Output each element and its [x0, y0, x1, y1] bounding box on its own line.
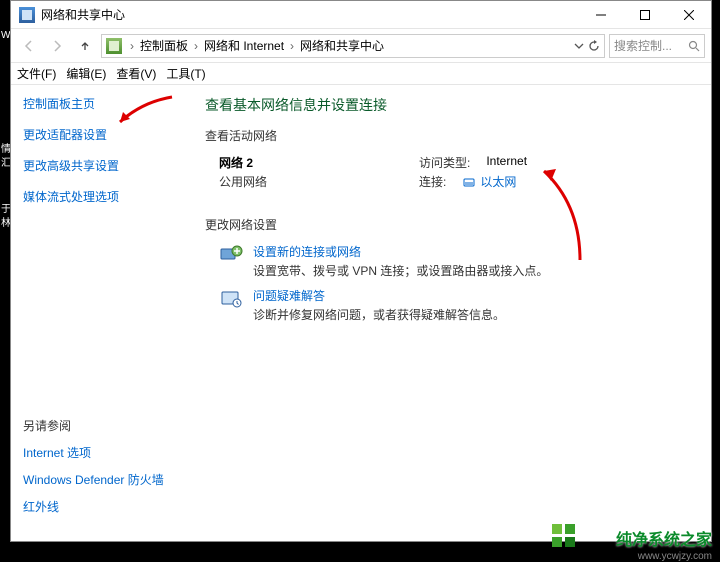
- breadcrumb-item[interactable]: 网络和共享中心: [298, 37, 386, 54]
- see-also-infrared[interactable]: 红外线: [23, 498, 177, 515]
- control-panel-icon: [106, 38, 122, 54]
- breadcrumb-item[interactable]: 网络和 Internet: [202, 37, 286, 54]
- sidebar-link-advanced-sharing[interactable]: 更改高级共享设置: [23, 157, 177, 174]
- page-heading: 查看基本网络信息并设置连接: [205, 95, 695, 115]
- control-panel-window: 网络和共享中心 › 控制面板 › 网络和 Internet › 网络和: [10, 0, 712, 542]
- up-button[interactable]: [73, 34, 97, 58]
- menu-edit[interactable]: 编辑(E): [66, 65, 106, 82]
- task-troubleshoot-desc: 诊断并修复网络问题，或者获得疑难解答信息。: [253, 306, 505, 323]
- close-button[interactable]: [667, 1, 711, 29]
- task-new-connection-link[interactable]: 设置新的连接或网络: [253, 243, 548, 260]
- ethernet-icon: [462, 175, 476, 189]
- app-icon: [19, 7, 35, 23]
- sidebar-link-adapter-settings[interactable]: 更改适配器设置: [23, 126, 177, 143]
- menu-file[interactable]: 文件(F): [17, 65, 56, 82]
- see-also-defender-firewall[interactable]: Windows Defender 防火墙: [23, 471, 177, 488]
- search-placeholder: 搜索控制...: [614, 37, 672, 54]
- search-icon: [688, 40, 700, 52]
- forward-button[interactable]: [45, 34, 69, 58]
- desktop-left-strip: W 情 汇 于 林: [0, 0, 10, 560]
- sidebar-see-also: 另请参阅 Internet 选项 Windows Defender 防火墙 红外…: [23, 417, 177, 531]
- minimize-button[interactable]: [579, 1, 623, 29]
- sidebar-link-media-streaming[interactable]: 媒体流式处理选项: [23, 188, 177, 205]
- titlebar: 网络和共享中心: [11, 1, 711, 29]
- connection-label: 连接:: [419, 173, 446, 190]
- address-bar: › 控制面板 › 网络和 Internet › 网络和共享中心 搜索控制...: [11, 29, 711, 63]
- watermark-logo: [550, 522, 580, 552]
- task-troubleshoot: 问题疑难解答 诊断并修复网络问题，或者获得疑难解答信息。: [205, 287, 695, 323]
- watermark-text: 纯净系统之家: [616, 526, 712, 550]
- breadcrumb[interactable]: › 控制面板 › 网络和 Internet › 网络和共享中心: [101, 34, 605, 58]
- menu-tools[interactable]: 工具(T): [166, 65, 205, 82]
- access-type-label: 访问类型:: [419, 154, 470, 171]
- sidebar: 控制面板主页 更改适配器设置 更改高级共享设置 媒体流式处理选项 另请参阅 In…: [11, 85, 189, 541]
- network-type: 公用网络: [219, 173, 419, 190]
- main-panel: 查看基本网络信息并设置连接 查看活动网络 网络 2 公用网络 访问类型: Int…: [189, 85, 711, 541]
- window-title: 网络和共享中心: [41, 6, 125, 23]
- search-input[interactable]: 搜索控制...: [609, 34, 705, 58]
- task-new-connection: 设置新的连接或网络 设置宽带、拨号或 VPN 连接；或设置路由器或接入点。: [205, 243, 695, 279]
- chevron-down-icon[interactable]: [574, 41, 584, 51]
- connection-link[interactable]: 以太网: [462, 173, 516, 190]
- menubar: 文件(F) 编辑(E) 查看(V) 工具(T): [11, 63, 711, 85]
- troubleshoot-icon: [219, 287, 243, 311]
- active-network-row: 网络 2 公用网络 访问类型: Internet 连接:: [205, 154, 695, 192]
- refresh-icon[interactable]: [588, 40, 600, 52]
- maximize-button[interactable]: [623, 1, 667, 29]
- menu-view[interactable]: 查看(V): [116, 65, 156, 82]
- task-new-connection-desc: 设置宽带、拨号或 VPN 连接；或设置路由器或接入点。: [253, 262, 548, 279]
- change-settings-header: 更改网络设置: [205, 216, 695, 233]
- active-network-header: 查看活动网络: [205, 127, 695, 144]
- connection-value: 以太网: [480, 173, 516, 190]
- watermark-url: www.ycwjzy.com: [638, 551, 712, 562]
- see-also-internet-options[interactable]: Internet 选项: [23, 444, 177, 461]
- chevron-right-icon: ›: [192, 39, 200, 53]
- access-type-value: Internet: [486, 154, 527, 171]
- see-also-header: 另请参阅: [23, 417, 177, 434]
- back-button[interactable]: [17, 34, 41, 58]
- task-troubleshoot-link[interactable]: 问题疑难解答: [253, 287, 505, 304]
- chevron-right-icon: ›: [128, 39, 136, 53]
- content-area: 控制面板主页 更改适配器设置 更改高级共享设置 媒体流式处理选项 另请参阅 In…: [11, 85, 711, 541]
- network-name: 网络 2: [219, 154, 419, 171]
- chevron-right-icon: ›: [288, 39, 296, 53]
- sidebar-home-link[interactable]: 控制面板主页: [23, 95, 177, 112]
- breadcrumb-item[interactable]: 控制面板: [138, 37, 190, 54]
- new-connection-icon: [219, 243, 243, 267]
